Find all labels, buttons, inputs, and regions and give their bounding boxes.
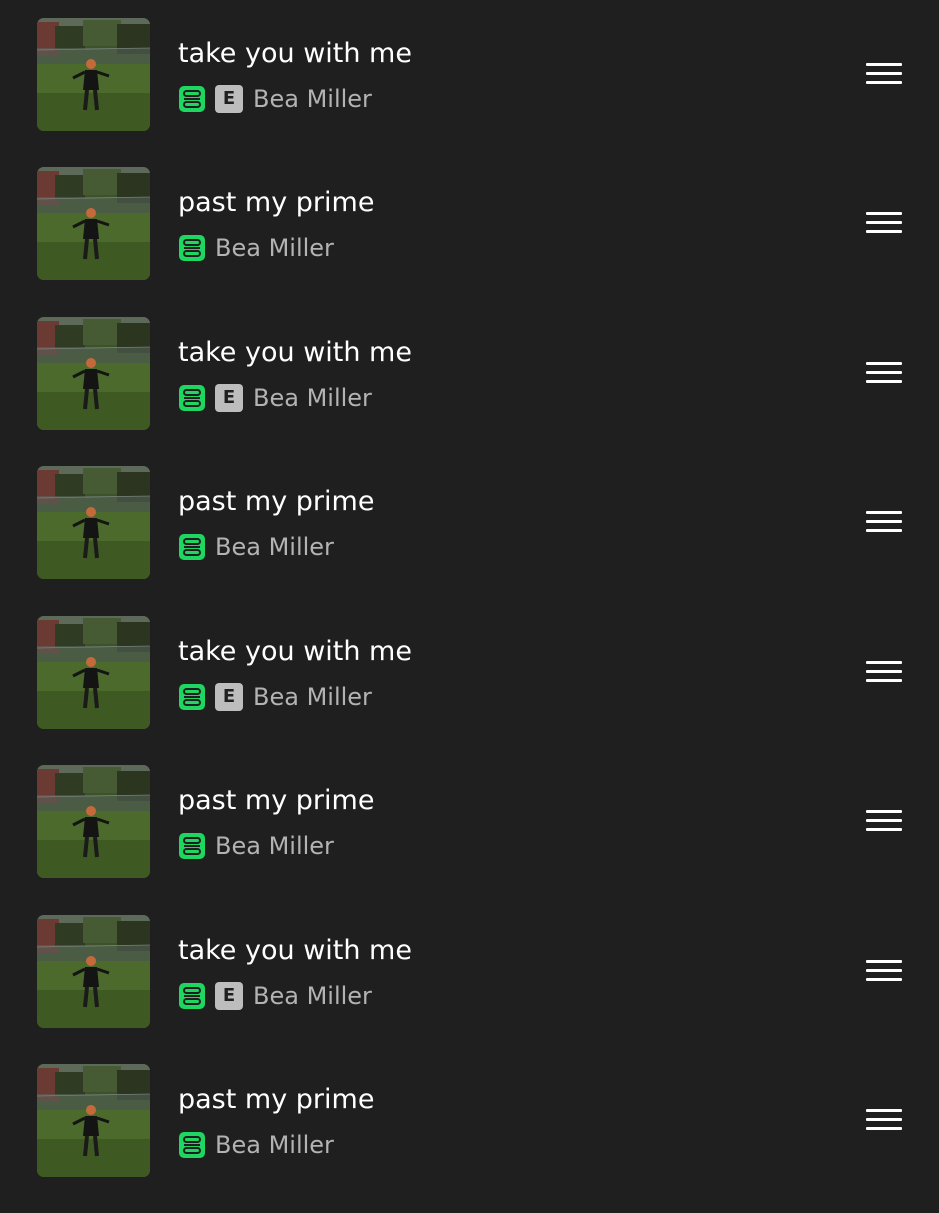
track-row[interactable]: past my prime Bea Miller [0,765,939,914]
explicit-badge: E [215,85,243,113]
track-meta: Bea Miller [178,234,334,262]
track-row[interactable]: past my prime Bea Miller [0,1064,939,1213]
drag-handle-icon[interactable] [864,1107,904,1133]
track-artist: Bea Miller [215,234,334,262]
track-artist: Bea Miller [215,1131,334,1159]
album-cover [37,616,150,729]
track-meta: E Bea Miller [178,384,372,412]
album-cover [37,167,150,280]
downloaded-icon [178,982,206,1010]
track-meta: Bea Miller [178,1131,334,1159]
track-row[interactable]: take you with me E Bea Miller [0,18,939,167]
track-artist: Bea Miller [253,384,372,412]
downloaded-icon [178,234,206,262]
album-cover [37,317,150,430]
track-artist: Bea Miller [215,832,334,860]
track-title: past my prime [178,785,375,816]
track-artist: Bea Miller [253,85,372,113]
track-title: past my prime [178,486,375,517]
album-cover [37,765,150,878]
track-title: take you with me [178,337,412,368]
drag-handle-icon[interactable] [864,509,904,535]
track-title: take you with me [178,935,412,966]
track-artist: Bea Miller [253,683,372,711]
album-cover [37,915,150,1028]
track-title: take you with me [178,38,412,69]
album-cover [37,18,150,131]
explicit-badge: E [215,683,243,711]
explicit-badge: E [215,982,243,1010]
downloaded-icon [178,533,206,561]
track-meta: Bea Miller [178,832,334,860]
drag-handle-icon[interactable] [864,61,904,87]
track-row[interactable]: past my prime Bea Miller [0,466,939,615]
track-title: take you with me [178,636,412,667]
album-cover [37,466,150,579]
drag-handle-icon[interactable] [864,958,904,984]
downloaded-icon [178,683,206,711]
track-artist: Bea Miller [215,533,334,561]
downloaded-icon [178,384,206,412]
drag-handle-icon[interactable] [864,210,904,236]
track-row[interactable]: take you with me E Bea Miller [0,915,939,1064]
track-meta: E Bea Miller [178,85,372,113]
track-title: past my prime [178,187,375,218]
track-list: take you with me E Bea Miller past my pr… [0,0,939,1200]
track-row[interactable]: past my prime Bea Miller [0,167,939,316]
track-meta: E Bea Miller [178,683,372,711]
track-meta: E Bea Miller [178,982,372,1010]
drag-handle-icon[interactable] [864,360,904,386]
drag-handle-icon[interactable] [864,659,904,685]
explicit-badge: E [215,384,243,412]
track-row[interactable]: take you with me E Bea Miller [0,317,939,466]
downloaded-icon [178,832,206,860]
album-cover [37,1064,150,1177]
downloaded-icon [178,1131,206,1159]
track-row[interactable]: take you with me E Bea Miller [0,616,939,765]
track-artist: Bea Miller [253,982,372,1010]
downloaded-icon [178,85,206,113]
track-title: past my prime [178,1084,375,1115]
drag-handle-icon[interactable] [864,808,904,834]
track-meta: Bea Miller [178,533,334,561]
